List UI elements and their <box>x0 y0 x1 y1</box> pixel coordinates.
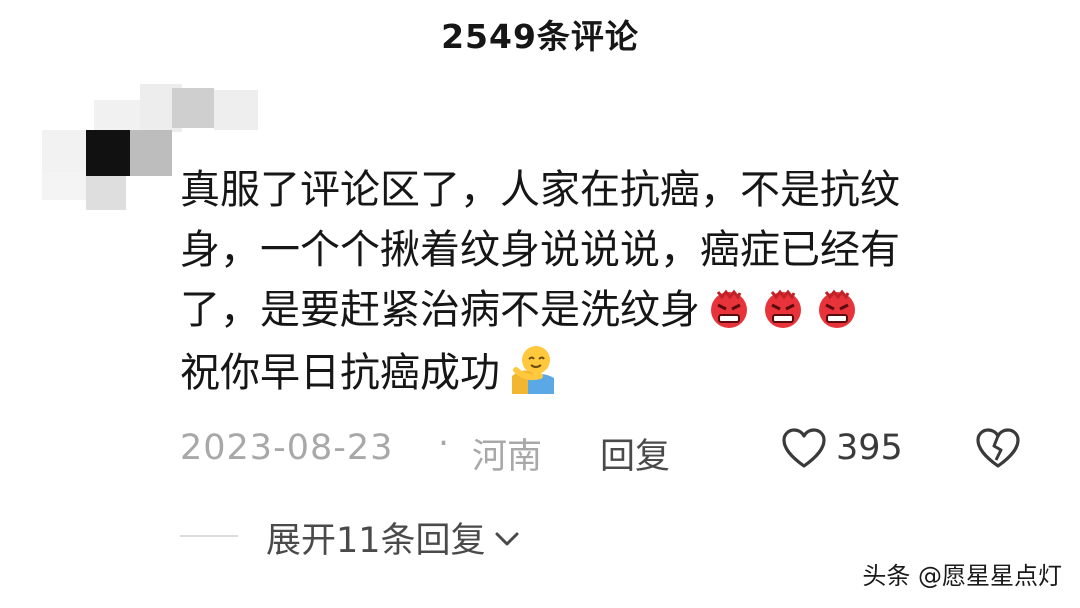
comment-page: 2549条评论 真服了评论区了，人家在抗癌，不是抗纹 身，一个个揪着纹身说说说，… <box>0 0 1080 608</box>
broken-heart-icon[interactable] <box>974 426 1022 470</box>
comment-body: 真服了评论区了，人家在抗癌，不是抗纹 身，一个个揪着纹身说说说，癌症已经有 了，… <box>180 160 1010 403</box>
angry-face-emoji <box>765 289 801 328</box>
reply-button[interactable]: 回复 <box>600 428 670 479</box>
hugging-face-emoji <box>512 346 554 394</box>
angry-face-emoji <box>711 289 747 328</box>
comment-line: 身，一个个揪着纹身说说说，癌症已经有 <box>180 227 900 273</box>
like-count: 395 <box>836 428 903 468</box>
chevron-down-icon <box>495 532 519 546</box>
comment-location: 河南 <box>472 437 543 477</box>
comment-line: 真服了评论区了，人家在抗癌，不是抗纹 <box>180 167 900 213</box>
comment-line-text: 祝你早日抗癌成功 <box>180 350 500 396</box>
comment-line: 了，是要赶紧治病不是洗纹身 <box>180 280 1010 340</box>
watermark: 头条 @愿星星点灯 <box>862 562 1062 590</box>
expand-replies-row: 展开11条回复 <box>180 510 680 563</box>
expand-replies-label: 展开11条回复 <box>266 521 486 561</box>
comment-meta-row: 2023-08-23 · 河南 回复 395 <box>180 424 1040 477</box>
angry-face-emoji <box>819 289 855 328</box>
meta-separator: · <box>438 424 450 464</box>
comment-line-text: 了，是要赶紧治病不是洗纹身 <box>180 287 700 333</box>
divider-line <box>180 535 238 537</box>
comment-date: 2023-08-23 <box>180 428 394 468</box>
comment-count-title: 2549条评论 <box>441 17 639 56</box>
heart-outline-icon <box>782 428 826 468</box>
expand-replies-button[interactable]: 展开11条回复 <box>266 512 520 563</box>
comment-line: 祝你早日抗癌成功 <box>180 340 1010 403</box>
